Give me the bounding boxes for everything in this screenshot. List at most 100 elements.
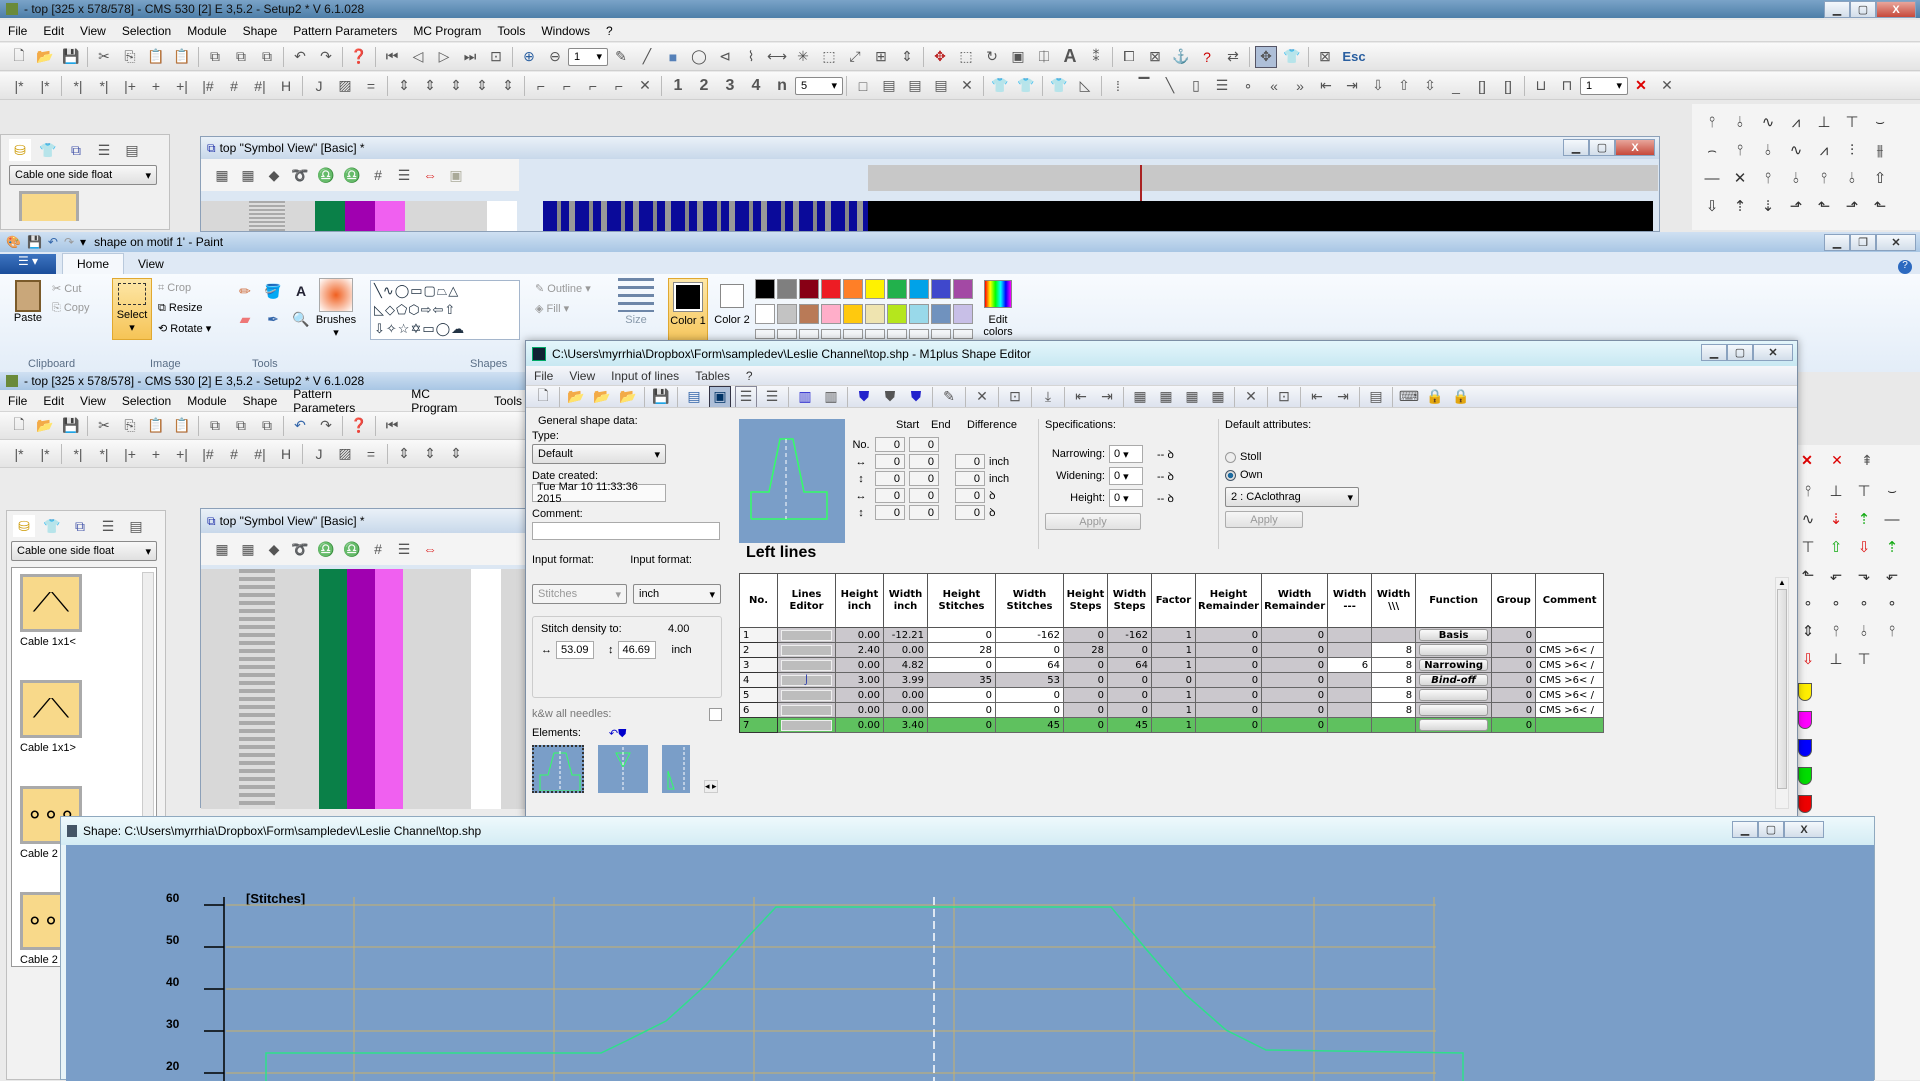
cell-w-st[interactable]: 64: [995, 657, 1064, 673]
library-tab-chart-icon[interactable]: ▤: [125, 515, 147, 537]
palette-empty-swatch[interactable]: [931, 329, 951, 339]
cell-w-steps[interactable]: 0: [1107, 702, 1152, 718]
cell-w-bs[interactable]: 8: [1371, 702, 1417, 718]
new-icon[interactable]: 🗋: [8, 46, 30, 68]
comment-input[interactable]: [532, 522, 720, 540]
color2-button[interactable]: Color 2: [712, 278, 752, 326]
brushes-button[interactable]: Brushes ▾: [314, 278, 358, 339]
window-icon[interactable]: ▤: [683, 386, 705, 407]
delete-module-icon[interactable]: ⊠: [1144, 46, 1166, 68]
zoom-combo[interactable]: 1 ▾: [568, 47, 608, 66]
palette-swatch[interactable]: [755, 304, 775, 324]
crop-button[interactable]: ⌗ Crop: [158, 282, 191, 295]
cell-w-st[interactable]: 0: [995, 702, 1064, 718]
cell-w-steps[interactable]: 0: [1107, 687, 1152, 703]
polygon-icon[interactable]: ⊲: [714, 46, 736, 68]
frame-icon[interactable]: ⊡: [1004, 386, 1026, 407]
knit-symbol-icon[interactable]: ⬎: [1850, 561, 1878, 589]
to-left-icon[interactable]: ⇤: [1315, 75, 1337, 97]
rectangle-icon[interactable]: ■: [662, 46, 684, 68]
cell-factor[interactable]: 1: [1151, 642, 1196, 658]
cell-factor[interactable]: 1: [1151, 702, 1196, 718]
palette-swatch[interactable]: [777, 304, 797, 324]
knit-symbol-icon[interactable]: ⊤: [1850, 645, 1878, 673]
defaults-apply-button[interactable]: Apply: [1225, 511, 1303, 528]
cell-group[interactable]: 0: [1491, 627, 1537, 643]
cell-factor[interactable]: 1: [1151, 657, 1196, 673]
menu-selection[interactable]: Selection: [114, 394, 179, 408]
knit-symbol-icon[interactable]: ⊥: [1810, 108, 1838, 136]
cell-h-rem[interactable]: 0: [1194, 687, 1263, 703]
pattern-icon[interactable]: ⁑: [1085, 46, 1107, 68]
library-tab-db-icon[interactable]: ⛁: [9, 139, 31, 161]
menu-input-of-lines[interactable]: Input of lines: [603, 369, 687, 383]
cell-h-st[interactable]: 0: [927, 702, 996, 718]
knit-symbol-icon[interactable]: ⬐: [1822, 561, 1850, 589]
palette-empty-swatch[interactable]: [865, 329, 885, 339]
rotate-icon[interactable]: ↻: [981, 46, 1003, 68]
specs-apply-button[interactable]: Apply: [1045, 513, 1141, 530]
palette-swatch[interactable]: [843, 279, 863, 299]
coord-end-field[interactable]: 0: [909, 505, 939, 520]
palette-empty-swatch[interactable]: [843, 329, 863, 339]
cup-icon[interactable]: ⊔: [1530, 75, 1552, 97]
body-icon[interactable]: ⛊: [879, 386, 901, 407]
widening-combo[interactable]: 0 ▾: [1109, 467, 1143, 485]
tool-p-icon[interactable]: ⌐: [608, 75, 630, 97]
height-combo[interactable]: 0 ▾: [1109, 489, 1143, 507]
palette-empty-swatch[interactable]: [953, 329, 973, 339]
module2-icon[interactable]: ⧉: [230, 415, 252, 437]
cell-h-st[interactable]: 28: [927, 642, 996, 658]
cell-group[interactable]: 0: [1491, 687, 1537, 703]
knit-symbol-icon[interactable]: ⇩: [1850, 533, 1878, 561]
resize-icon[interactable]: ⤢: [844, 46, 866, 68]
paint-menu-button[interactable]: ☰ ▾: [0, 254, 56, 274]
menu-[interactable]: ?: [598, 24, 621, 38]
elements-scroll-arrows[interactable]: ◂ ▸: [704, 780, 718, 793]
num-1-button[interactable]: 1: [667, 75, 689, 97]
lines-editor-cell[interactable]: [777, 642, 836, 658]
tool-h-icon[interactable]: |#: [197, 75, 219, 97]
move-icon[interactable]: ✥: [929, 46, 951, 68]
yarn-carrier-icon[interactable]: [1798, 795, 1812, 813]
cell-w-st[interactable]: 53: [995, 672, 1064, 688]
quick-redo-icon[interactable]: ↷: [64, 235, 74, 249]
knit-symbol-icon[interactable]: ∘: [1822, 589, 1850, 617]
curve-icon[interactable]: ⌇: [740, 46, 762, 68]
column-header[interactable]: Width Stitches: [995, 573, 1064, 628]
knit-symbol-icon[interactable]: ⌣: [1866, 108, 1894, 136]
cell-h-steps[interactable]: 28: [1063, 642, 1108, 658]
cell-w-dash[interactable]: 6: [1327, 657, 1373, 673]
knit-symbol-icon[interactable]: ⬑: [1810, 192, 1838, 220]
row-number[interactable]: 4: [739, 672, 778, 688]
knit-symbol-icon[interactable]: ⫰: [1838, 164, 1866, 192]
cell-comment[interactable]: CMS >6< /: [1535, 672, 1605, 688]
knit-symbol-icon[interactable]: ⌣: [1878, 477, 1906, 505]
slash-icon[interactable]: ╲: [1159, 75, 1181, 97]
rotate-button[interactable]: ⟲ Rotate ▾: [158, 322, 211, 335]
tool-k-icon[interactable]: H: [275, 443, 297, 465]
menu-view[interactable]: View: [72, 394, 114, 408]
tool-o-icon[interactable]: ⌐: [582, 75, 604, 97]
paste-special-icon[interactable]: 📋: [171, 46, 193, 68]
rows2-icon[interactable]: ▦: [237, 538, 259, 560]
tool-j-icon[interactable]: #|: [249, 443, 271, 465]
updown-icon[interactable]: ⇕: [393, 75, 415, 97]
hash-icon[interactable]: #: [367, 538, 389, 560]
lines-editor-cell[interactable]: [777, 687, 836, 703]
knit-symbol-icon[interactable]: —: [1698, 164, 1726, 192]
quick-save-icon[interactable]: 💾: [27, 235, 42, 249]
lock-icon[interactable]: 🔒: [1424, 386, 1446, 407]
coord-start-field[interactable]: 0: [875, 437, 905, 452]
num-3-button[interactable]: 3: [719, 75, 741, 97]
paste-special-icon[interactable]: 📋: [171, 415, 193, 437]
palette-swatch[interactable]: [887, 304, 907, 324]
palette-swatch[interactable]: [777, 279, 797, 299]
yarn-carrier-icon[interactable]: [1798, 739, 1812, 757]
menu-pattern-parameters[interactable]: Pattern Parameters: [285, 24, 405, 38]
knit-symbol-icon[interactable]: ⬎: [1782, 220, 1810, 230]
yarn-carrier-icon[interactable]: [1798, 683, 1812, 701]
split2-icon[interactable]: ▥: [820, 386, 842, 407]
cell-h-rem[interactable]: 0: [1194, 627, 1263, 643]
num-n-button[interactable]: n: [771, 75, 793, 97]
